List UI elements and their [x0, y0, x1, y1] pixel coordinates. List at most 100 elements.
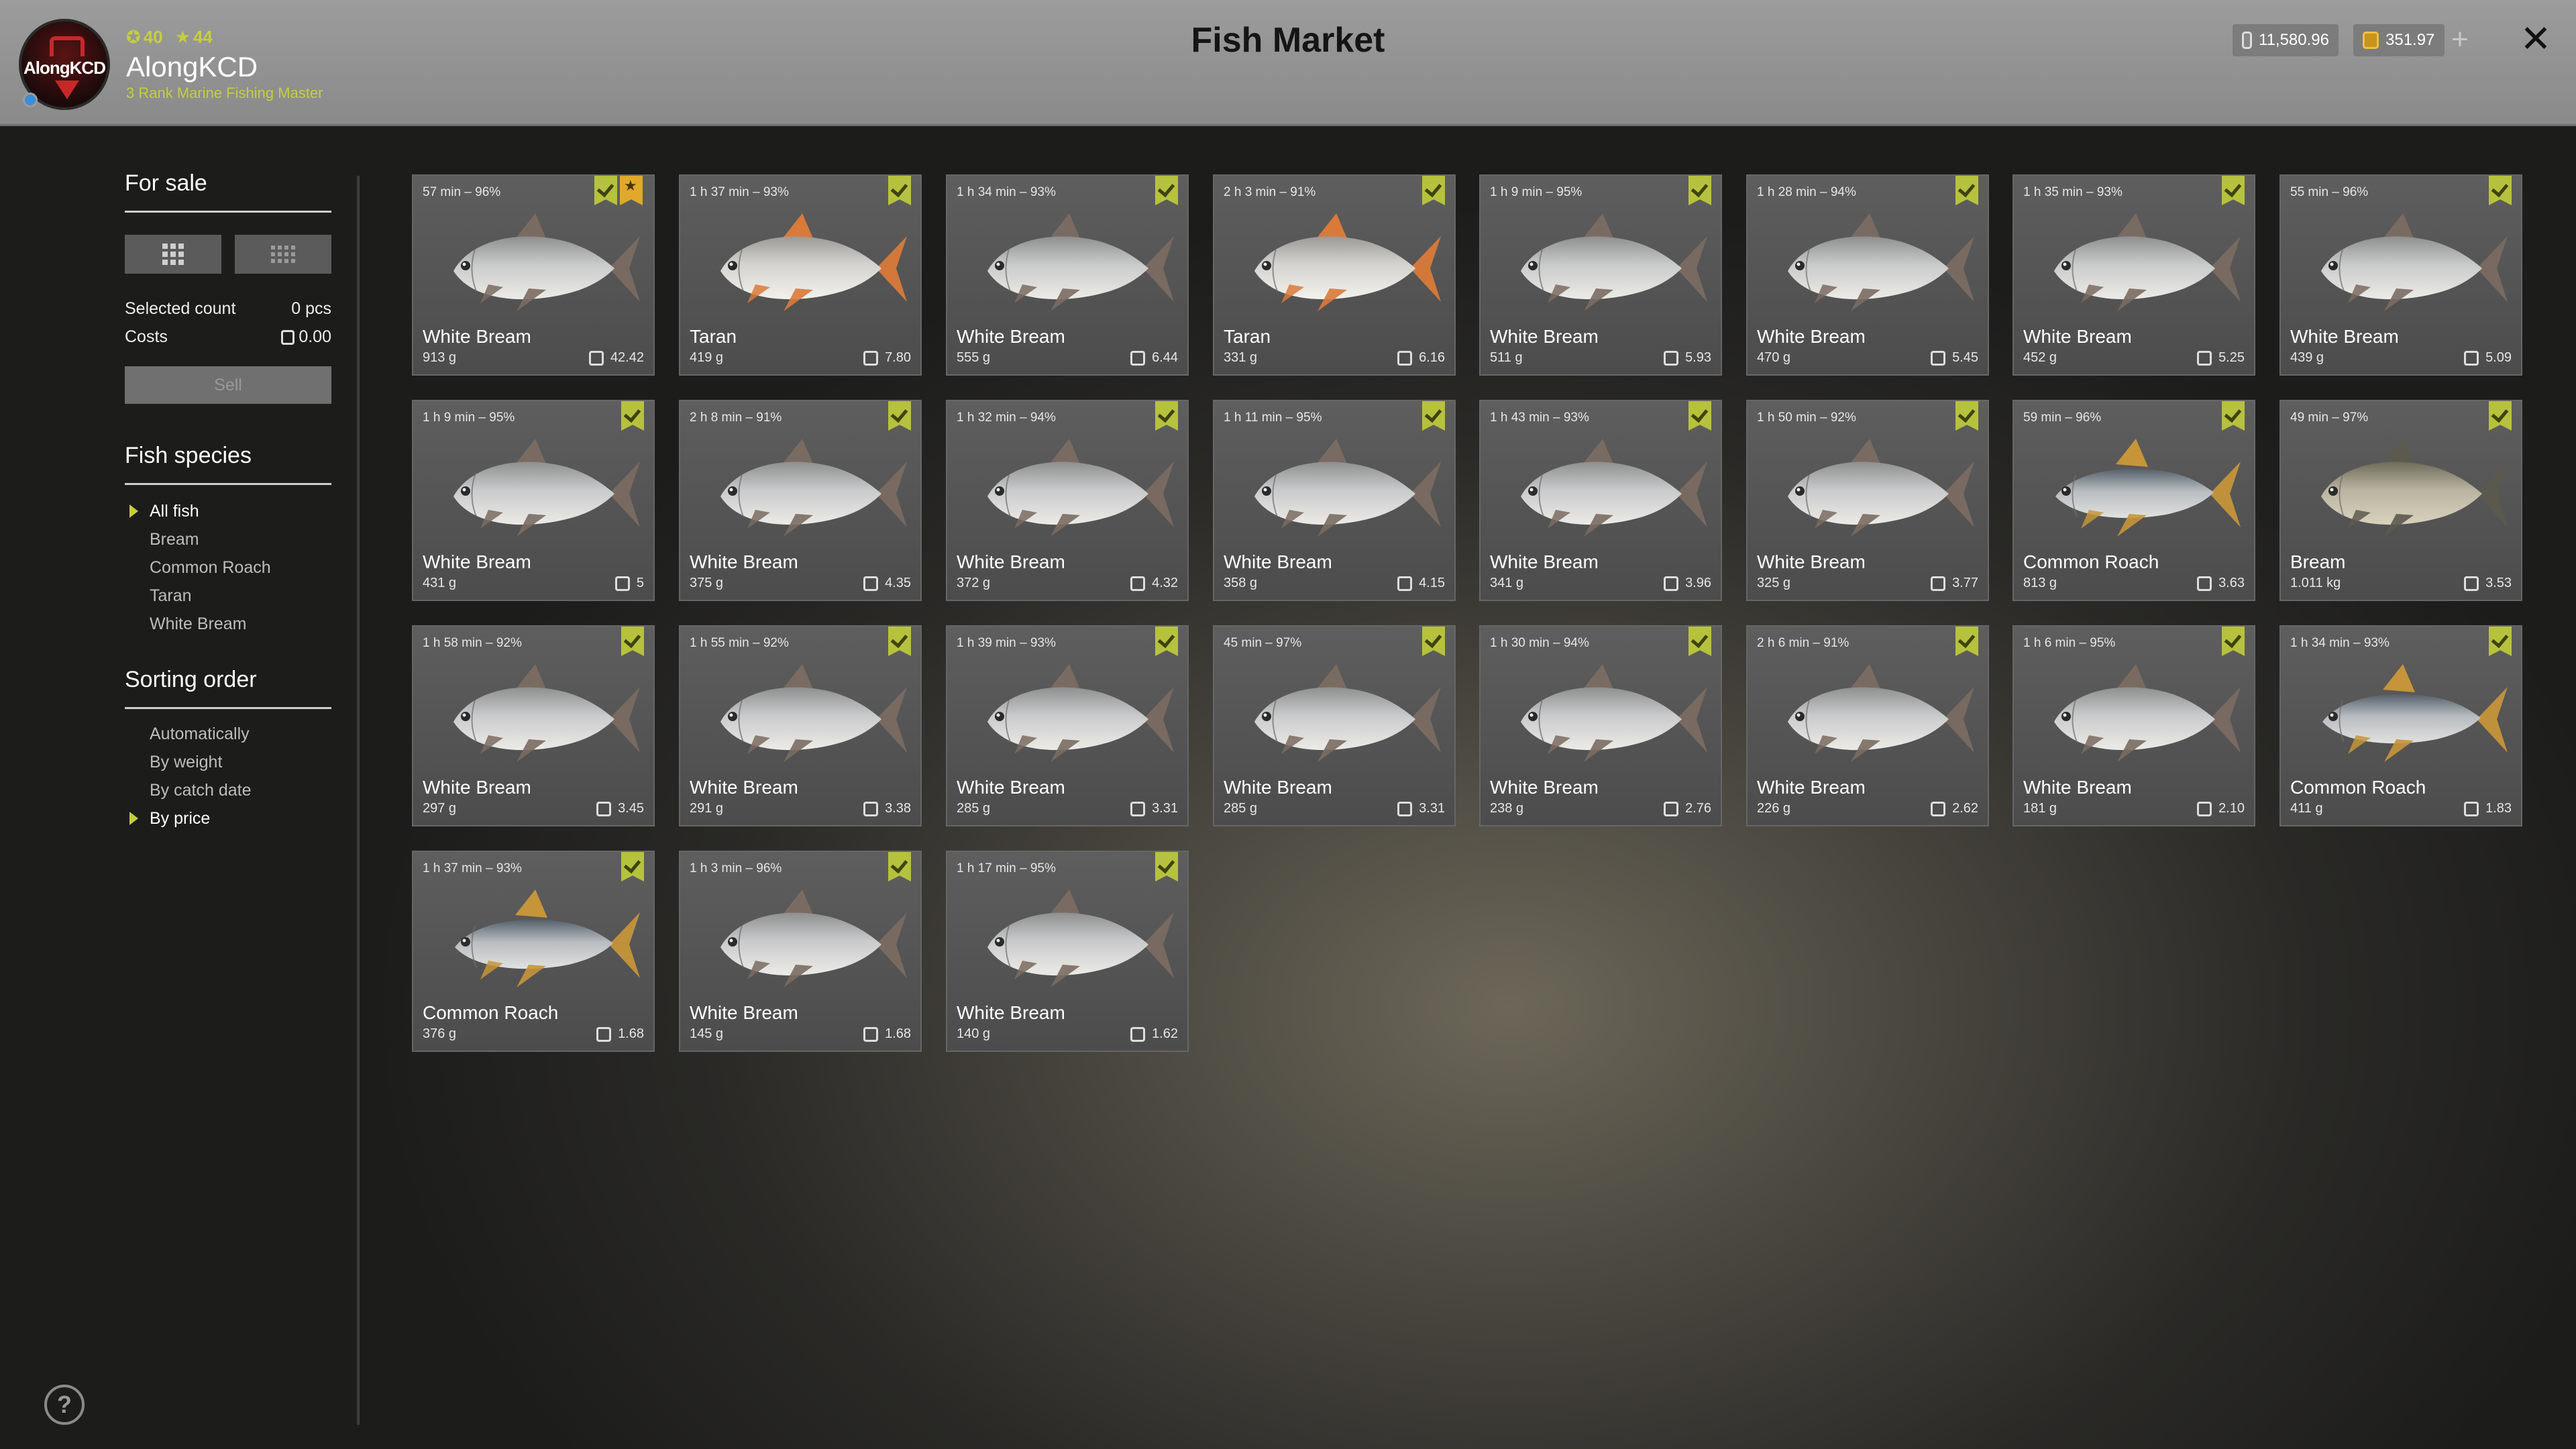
fish-species-heading: Fish species	[125, 443, 252, 468]
checkmark-icon[interactable]	[1155, 401, 1178, 431]
fish-card[interactable]: 49 min – 97% Bream 1.011 kg 3.53	[2279, 400, 2522, 601]
checkmark-icon[interactable]	[888, 627, 911, 656]
fish-card[interactable]: 1 h 50 min – 92% White Bream 325 g 3.77	[1746, 400, 1989, 601]
fish-card[interactable]: 1 h 39 min – 93% White Bream 285 g 3.31	[946, 625, 1189, 826]
favorite-star-icon[interactable]	[620, 176, 643, 205]
grid-view-small-button[interactable]	[235, 235, 331, 274]
checkmark-icon[interactable]	[2222, 627, 2245, 656]
species-taran[interactable]: Taran	[150, 586, 192, 606]
catch-time-quality: 1 h 37 min – 93%	[423, 861, 522, 875]
checkmark-icon[interactable]	[1955, 627, 1978, 656]
checkmark-icon[interactable]	[1155, 852, 1178, 881]
checkmark-icon[interactable]	[2222, 401, 2245, 431]
fish-name: White Bream	[957, 326, 1065, 347]
sort-by-price[interactable]: By price	[150, 809, 210, 828]
species-white-bream[interactable]: White Bream	[150, 614, 246, 634]
roach-fish-image	[428, 885, 640, 993]
fish-weight: 145 g	[690, 1026, 724, 1041]
white-bream-fish-image	[1762, 209, 1974, 317]
checkmark-icon[interactable]	[1688, 627, 1711, 656]
fish-card[interactable]: 2 h 8 min – 91% White Bream 375 g 4.35	[679, 400, 922, 601]
checkmark-icon[interactable]	[2222, 176, 2245, 205]
fish-weight: 358 g	[1224, 576, 1258, 590]
species-common-roach[interactable]: Common Roach	[150, 558, 271, 578]
help-button[interactable]: ?	[44, 1385, 85, 1425]
fish-weight: 439 g	[2290, 350, 2324, 365]
fish-card[interactable]: 1 h 34 min – 93% White Bream 555 g 6.44	[946, 174, 1189, 376]
checkmark-icon[interactable]	[2489, 176, 2512, 205]
checkmark-icon[interactable]	[1955, 176, 1978, 205]
fish-card[interactable]: 1 h 34 min – 93% Common Roach 411 g 1.83	[2279, 625, 2522, 826]
checkmark-icon[interactable]	[621, 627, 644, 656]
white-bream-fish-image	[2029, 660, 2241, 767]
add-currency-button[interactable]: +	[2446, 25, 2474, 55]
fish-name: White Bream	[690, 777, 798, 798]
fish-name: Bream	[2290, 551, 2346, 572]
checkmark-icon[interactable]	[888, 401, 911, 431]
checkmark-icon[interactable]	[1155, 627, 1178, 656]
fish-card[interactable]: 1 h 17 min – 95% White Bream 140 g 1.62	[946, 851, 1189, 1052]
fish-card[interactable]: 55 min – 96% White Bream 439 g 5.09	[2279, 174, 2522, 376]
fish-price: 2.62	[1931, 801, 1978, 816]
checkmark-icon[interactable]	[1955, 401, 1978, 431]
checkmark-icon[interactable]	[888, 176, 911, 205]
sort-by-weight[interactable]: By weight	[150, 753, 222, 772]
fish-card[interactable]: 2 h 3 min – 91% Taran 331 g 6.16	[1213, 174, 1456, 376]
fish-card[interactable]: 2 h 6 min – 91% White Bream 226 g 2.62	[1746, 625, 1989, 826]
white-bream-fish-image	[962, 435, 1174, 542]
checkmark-icon[interactable]	[1422, 627, 1445, 656]
fish-name: Common Roach	[423, 1002, 559, 1023]
checkmark-icon[interactable]	[2489, 627, 2512, 656]
checkmark-icon[interactable]	[621, 852, 644, 881]
fish-card[interactable]: 1 h 58 min – 92% White Bream 297 g 3.45	[412, 625, 655, 826]
checkmark-icon[interactable]	[1688, 176, 1711, 205]
fish-card[interactable]: 1 h 55 min – 92% White Bream 291 g 3.38	[679, 625, 922, 826]
sort-automatically[interactable]: Automatically	[150, 724, 250, 744]
checkmark-icon[interactable]	[1155, 176, 1178, 205]
white-bream-fish-image	[428, 660, 640, 767]
fish-name: White Bream	[1224, 777, 1332, 798]
fish-card[interactable]: 1 h 6 min – 95% White Bream 181 g 2.10	[2012, 625, 2255, 826]
sort-by-catch-date[interactable]: By catch date	[150, 781, 251, 800]
fish-card[interactable]: 59 min – 96% Common Roach 813 g 3.63	[2012, 400, 2255, 601]
fish-card[interactable]: 1 h 43 min – 93% White Bream 341 g 3.96	[1479, 400, 1722, 601]
sell-button[interactable]: Sell	[125, 366, 331, 404]
close-button[interactable]: ✕	[2517, 20, 2555, 58]
fish-price: 3.38	[863, 801, 911, 816]
fish-card[interactable]: 1 h 30 min – 94% White Bream 238 g 2.76	[1479, 625, 1722, 826]
silver-coin-icon	[2464, 576, 2479, 591]
checkmark-icon[interactable]	[1422, 176, 1445, 205]
checkmark-icon[interactable]	[1688, 401, 1711, 431]
price-value: 3.38	[885, 801, 911, 816]
for-sale-heading: For sale	[125, 170, 207, 196]
fish-card[interactable]: 1 h 28 min – 94% White Bream 470 g 5.45	[1746, 174, 1989, 376]
price-value: 4.35	[885, 576, 911, 590]
catch-time-quality: 59 min – 96%	[2023, 411, 2102, 425]
checkmark-icon[interactable]	[594, 176, 617, 205]
checkmark-icon[interactable]	[888, 852, 911, 881]
species-all-fish[interactable]: All fish	[150, 502, 199, 521]
fish-card[interactable]: 45 min – 97% White Bream 285 g 3.31	[1213, 625, 1456, 826]
fish-name: White Bream	[2023, 326, 2132, 347]
grid-view-large-button[interactable]	[125, 235, 221, 274]
catch-time-quality: 1 h 32 min – 94%	[957, 411, 1056, 425]
species-bream[interactable]: Bream	[150, 530, 199, 549]
costs-row: Costs 0.00	[125, 327, 331, 347]
fish-card[interactable]: 57 min – 96% White Bream 913 g 42.42	[412, 174, 655, 376]
fish-card[interactable]: 1 h 37 min – 93% Taran 419 g 7.80	[679, 174, 922, 376]
white-bream-fish-image	[695, 885, 907, 993]
fish-card[interactable]: 1 h 9 min – 95% White Bream 511 g 5.93	[1479, 174, 1722, 376]
fish-card[interactable]: 1 h 32 min – 94% White Bream 372 g 4.32	[946, 400, 1189, 601]
fish-card[interactable]: 1 h 37 min – 93% Common Roach 376 g 1.68	[412, 851, 655, 1052]
checkmark-icon[interactable]	[1422, 401, 1445, 431]
checkmark-icon[interactable]	[621, 401, 644, 431]
fish-card[interactable]: 1 h 35 min – 93% White Bream 452 g 5.25	[2012, 174, 2255, 376]
catch-time-quality: 57 min – 96%	[423, 185, 501, 199]
fish-card[interactable]: 1 h 9 min – 95% White Bream 431 g 5	[412, 400, 655, 601]
price-value: 3.53	[2485, 576, 2512, 590]
fish-card[interactable]: 1 h 11 min – 95% White Bream 358 g 4.15	[1213, 400, 1456, 601]
checkmark-icon[interactable]	[2489, 401, 2512, 431]
silver-coin-icon	[1397, 576, 1413, 591]
silver-coin-icon	[1931, 801, 1946, 816]
fish-card[interactable]: 1 h 3 min – 96% White Bream 145 g 1.68	[679, 851, 922, 1052]
